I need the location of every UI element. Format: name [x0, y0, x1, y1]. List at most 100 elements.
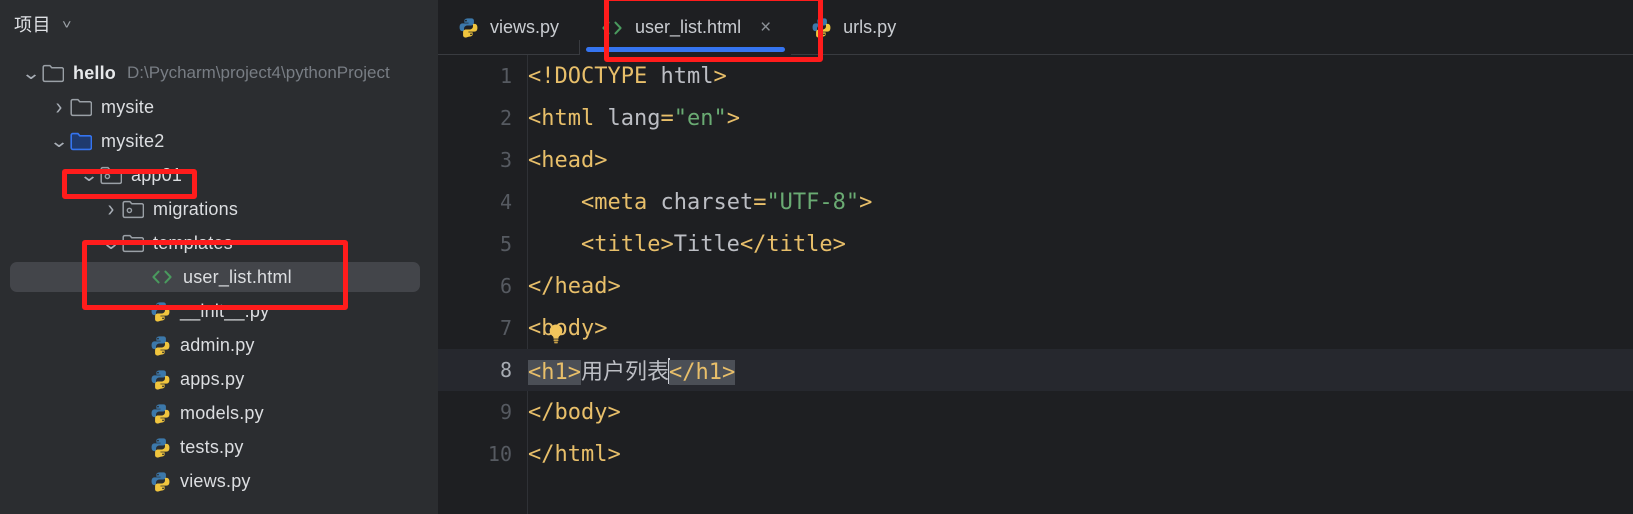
tree-item-admin_py[interactable]: admin.py	[0, 328, 438, 362]
tab-urls[interactable]: urls.py	[791, 0, 916, 55]
code-token: </head>	[528, 273, 621, 299]
tree-item-user_list_html[interactable]: user_list.html	[0, 260, 438, 294]
line-number[interactable]: 5	[438, 232, 528, 256]
tree-item-label: __init__.py	[180, 300, 270, 321]
tree-item-init_py[interactable]: __init__.py	[0, 294, 438, 328]
tree-item-apps_py[interactable]: apps.py	[0, 362, 438, 396]
close-icon[interactable]: ×	[760, 18, 771, 37]
code-token: </html>	[528, 441, 621, 467]
code-line-content[interactable]: <!DOCTYPE html>	[528, 64, 727, 89]
editor-pane: views.py user_list.html × urls.py 1 <!DOCTYP…	[438, 0, 1633, 514]
tree-item-migrations[interactable]: › migrations	[0, 192, 438, 226]
code-token: >	[713, 63, 727, 89]
chevron-down-icon[interactable]: ⌄	[97, 234, 126, 252]
code-line-content[interactable]: <h1>用户列表</h1>	[528, 354, 736, 386]
tree-item-templates[interactable]: ⌄ templates	[0, 226, 438, 260]
python-file-icon	[811, 17, 832, 38]
tree-item-models_py[interactable]: models.py	[0, 396, 438, 430]
code-line-8[interactable]: 8 <h1>用户列表</h1>	[438, 349, 1633, 391]
code-line-content[interactable]: </body>	[528, 400, 621, 425]
code-line-4[interactable]: 4 <meta charset="UTF-8">	[438, 181, 1633, 223]
folder-icon	[122, 234, 144, 253]
chevron-down-icon[interactable]: ˅	[62, 17, 71, 32]
code-token: <meta	[580, 189, 661, 215]
tree-item-tests_py[interactable]: tests.py	[0, 430, 438, 464]
tab-label: views.py	[490, 17, 560, 37]
tree-item-label: views.py	[180, 470, 251, 491]
code-token: </h1>	[669, 360, 736, 385]
code-line-7[interactable]: 7 <body>	[438, 307, 1633, 349]
code-token: <!DOCTYPE	[528, 63, 661, 89]
line-number[interactable]: 9	[438, 400, 528, 424]
code-line-content[interactable]: <title>Title</title>	[528, 232, 846, 257]
code-token: html	[660, 63, 714, 89]
tab-label: user_list.html	[635, 17, 742, 37]
chevron-down-icon[interactable]: ⌄	[17, 64, 46, 82]
tab-views[interactable]: views.py	[438, 0, 579, 55]
code-token: lang	[607, 105, 661, 131]
line-number[interactable]: 2	[438, 106, 528, 130]
project-tree: ⌄ hello D:\Pycharm\project4\pythonProject ›…	[0, 48, 438, 498]
python-file-icon	[458, 17, 479, 38]
code-line-3[interactable]: 3 <head>	[438, 139, 1633, 181]
code-line-content[interactable]: <head>	[528, 148, 607, 173]
package-folder-icon	[100, 166, 122, 185]
chevron-down-icon[interactable]: ⌄	[75, 166, 104, 184]
code-line-content[interactable]: </head>	[528, 274, 621, 299]
tree-item-hello[interactable]: ⌄ hello D:\Pycharm\project4\pythonProject	[0, 56, 438, 90]
python-file-icon	[150, 335, 171, 356]
line-number[interactable]: 1	[438, 64, 528, 88]
code-token: >	[726, 105, 740, 131]
folder-icon	[70, 98, 92, 117]
chevron-right-icon[interactable]: ›	[100, 196, 122, 222]
line-number[interactable]: 7	[438, 316, 528, 340]
tree-item-mysite[interactable]: › mysite	[0, 90, 438, 124]
code-line-10[interactable]: 10 </html>	[438, 433, 1633, 475]
code-line-content[interactable]: <html lang="en">	[528, 106, 740, 131]
chevron-right-icon[interactable]: ›	[48, 94, 70, 120]
html-file-icon	[150, 268, 174, 286]
tree-item-label: models.py	[180, 402, 264, 423]
module-folder-icon	[70, 132, 92, 151]
code-line-5[interactable]: 5 <title>Title</title>	[438, 223, 1633, 265]
python-file-icon	[150, 403, 171, 424]
code-token: >	[859, 189, 873, 215]
code-token: <html	[528, 105, 608, 131]
line-number[interactable]: 3	[438, 148, 528, 172]
tree-item-label: hello	[73, 62, 117, 83]
chevron-down-icon[interactable]: ⌄	[45, 132, 74, 150]
python-file-icon	[150, 471, 171, 492]
code-editor[interactable]: 1 <!DOCTYPE html> 2 <html lang="en"> 3 <head>…	[438, 55, 1633, 514]
code-line-2[interactable]: 2 <html lang="en">	[438, 97, 1633, 139]
code-token: </body>	[528, 399, 621, 425]
code-line-content[interactable]: <meta charset="UTF-8">	[528, 190, 872, 215]
project-path-label: D:\Pycharm\project4\pythonProject	[127, 63, 390, 82]
tree-item-label: user_list.html	[183, 266, 292, 287]
line-number[interactable]: 4	[438, 190, 528, 214]
tree-item-label: app01	[131, 164, 183, 185]
tree-item-mysite2[interactable]: ⌄ mysite2	[0, 124, 438, 158]
tree-item-label: migrations	[153, 198, 239, 219]
code-line-9[interactable]: 9 </body>	[438, 391, 1633, 433]
code-line-6[interactable]: 6 </head>	[438, 265, 1633, 307]
code-token: </title>	[739, 231, 846, 257]
code-line-content[interactable]: </html>	[528, 442, 621, 467]
tab-label: urls.py	[843, 17, 897, 37]
code-token: "UTF-8"	[766, 189, 860, 215]
html-file-icon	[600, 19, 624, 37]
tree-item-label: mysite	[101, 96, 155, 117]
line-number[interactable]: 6	[438, 274, 528, 298]
line-number[interactable]: 8	[438, 358, 528, 382]
code-line-1[interactable]: 1 <!DOCTYPE html>	[438, 55, 1633, 97]
intention-bulb-icon[interactable]	[546, 323, 566, 351]
tree-item-views_py[interactable]: views.py	[0, 464, 438, 498]
project-tool-window-header[interactable]: 项目 ˅	[0, 0, 438, 48]
tab-user_list[interactable]: user_list.html ×	[580, 0, 792, 55]
line-number[interactable]: 10	[438, 442, 528, 466]
code-line-content[interactable]: <body>	[528, 316, 607, 343]
tree-item-app01[interactable]: ⌄ app01	[0, 158, 438, 192]
package-folder-icon	[122, 200, 144, 219]
code-token: "en"	[673, 105, 727, 131]
